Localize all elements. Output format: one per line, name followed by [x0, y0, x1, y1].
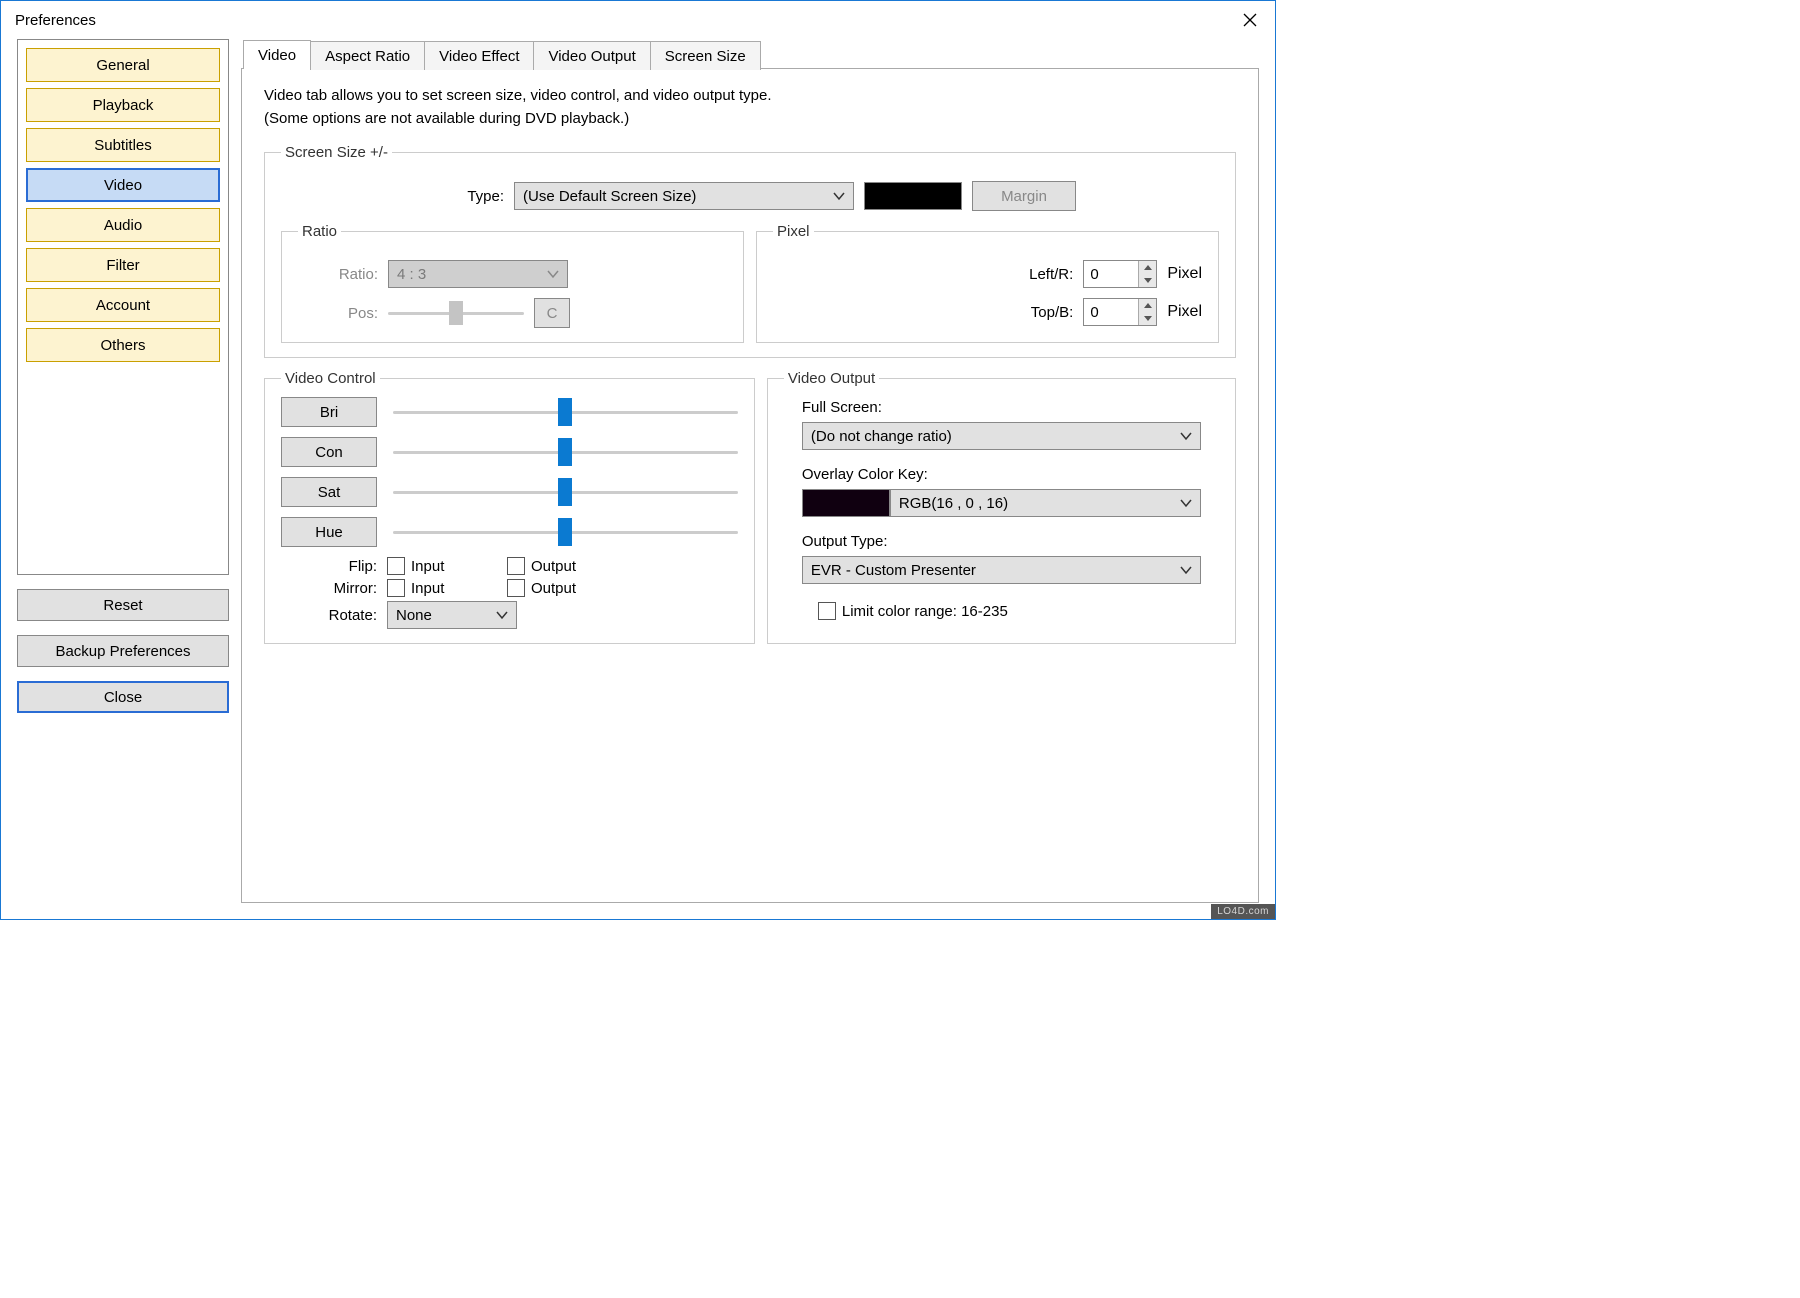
leftr-label: Left/R: [1003, 266, 1073, 283]
video-control-fieldset: Video Control Bri Con Sat Hue Flip: Inpu… [264, 370, 755, 644]
overlay-select[interactable]: RGB(16 , 0 , 16) [890, 489, 1201, 517]
type-select[interactable]: (Use Default Screen Size) [514, 182, 854, 210]
fullscreen-label: Full Screen: [802, 399, 1201, 416]
video-panel: Video tab allows you to set screen size,… [241, 68, 1259, 903]
topb-label: Top/B: [1003, 304, 1073, 321]
tab-video[interactable]: Video [243, 40, 311, 69]
mirror-input-checkbox[interactable]: Input [387, 579, 497, 597]
reset-button[interactable]: Reset [17, 589, 229, 621]
flip-label: Flip: [281, 558, 377, 575]
close-icon [1243, 13, 1257, 27]
limit-color-range-checkbox[interactable]: Limit color range: 16-235 [818, 602, 1008, 620]
window-titlebar: Preferences [1, 1, 1275, 39]
margin-button[interactable]: Margin [972, 181, 1076, 211]
spin-up-icon[interactable] [1139, 299, 1156, 312]
flip-output-checkbox[interactable]: Output [507, 557, 576, 575]
brightness-button[interactable]: Bri [281, 397, 377, 427]
saturation-button[interactable]: Sat [281, 477, 377, 507]
nav-item-filter[interactable]: Filter [26, 248, 220, 282]
mirror-label: Mirror: [281, 580, 377, 597]
brightness-slider[interactable] [393, 402, 738, 422]
fullscreen-select[interactable]: (Do not change ratio) [802, 422, 1201, 450]
screen-size-preview [864, 182, 962, 210]
nav-item-subtitles[interactable]: Subtitles [26, 128, 220, 162]
panel-description: Video tab allows you to set screen size,… [264, 85, 1236, 130]
topb-unit: Pixel [1167, 303, 1202, 321]
overlay-color-swatch[interactable] [802, 489, 890, 517]
chevron-down-icon [547, 269, 559, 279]
nav-item-video[interactable]: Video [26, 168, 220, 202]
pos-slider [388, 303, 524, 323]
overlay-value: RGB(16 , 0 , 16) [899, 495, 1008, 512]
output-type-select[interactable]: EVR - Custom Presenter [802, 556, 1201, 584]
desc-line1: Video tab allows you to set screen size,… [264, 85, 1236, 108]
tab-video-output[interactable]: Video Output [533, 41, 650, 70]
spin-up-icon[interactable] [1139, 261, 1156, 274]
window-title: Preferences [15, 12, 96, 29]
screen-size-legend: Screen Size +/- [281, 144, 392, 161]
leftr-spinner[interactable] [1083, 260, 1157, 288]
video-control-legend: Video Control [281, 370, 380, 387]
type-value: (Use Default Screen Size) [523, 188, 696, 205]
nav-item-playback[interactable]: Playback [26, 88, 220, 122]
video-output-legend: Video Output [784, 370, 879, 387]
nav-item-general[interactable]: General [26, 48, 220, 82]
ratio-value: 4 : 3 [397, 266, 426, 283]
desc-line2: (Some options are not available during D… [264, 108, 1236, 131]
hue-button[interactable]: Hue [281, 517, 377, 547]
overlay-label: Overlay Color Key: [802, 466, 1201, 483]
tab-video-effect[interactable]: Video Effect [424, 41, 534, 70]
footer-brand: LO4D.com [1211, 904, 1275, 919]
contrast-button[interactable]: Con [281, 437, 377, 467]
chevron-down-icon [833, 191, 845, 201]
ratio-select: 4 : 3 [388, 260, 568, 288]
spin-down-icon[interactable] [1139, 274, 1156, 287]
pos-center-button: C [534, 298, 570, 328]
pixel-legend: Pixel [773, 223, 814, 240]
chevron-down-icon [1180, 431, 1192, 441]
ratio-legend: Ratio [298, 223, 341, 240]
output-type-label: Output Type: [802, 533, 1201, 550]
tab-screen-size[interactable]: Screen Size [650, 41, 761, 70]
nav-item-others[interactable]: Others [26, 328, 220, 362]
topb-input[interactable] [1084, 299, 1138, 325]
backup-preferences-button[interactable]: Backup Preferences [17, 635, 229, 667]
nav-item-audio[interactable]: Audio [26, 208, 220, 242]
type-label: Type: [424, 188, 504, 205]
content-area: VideoAspect RatioVideo EffectVideo Outpu… [241, 39, 1259, 903]
output-type-value: EVR - Custom Presenter [811, 562, 976, 579]
chevron-down-icon [1180, 565, 1192, 575]
flip-input-checkbox[interactable]: Input [387, 557, 497, 575]
close-button[interactable]: Close [17, 681, 229, 713]
leftr-input[interactable] [1084, 261, 1138, 287]
topb-spinner[interactable] [1083, 298, 1157, 326]
window-close-button[interactable] [1225, 1, 1275, 39]
rotate-select[interactable]: None [387, 601, 517, 629]
tab-bar: VideoAspect RatioVideo EffectVideo Outpu… [243, 39, 1259, 68]
mirror-output-checkbox[interactable]: Output [507, 579, 576, 597]
pixel-fieldset: Pixel Left/R: Pixel [756, 223, 1219, 343]
leftr-unit: Pixel [1167, 265, 1202, 283]
video-output-fieldset: Video Output Full Screen: (Do not change… [767, 370, 1236, 644]
tab-aspect-ratio[interactable]: Aspect Ratio [310, 41, 425, 70]
spin-down-icon[interactable] [1139, 312, 1156, 325]
nav-item-account[interactable]: Account [26, 288, 220, 322]
rotate-label: Rotate: [281, 607, 377, 624]
rotate-value: None [396, 607, 432, 624]
contrast-slider[interactable] [393, 442, 738, 462]
pos-label: Pos: [298, 305, 378, 322]
hue-slider[interactable] [393, 522, 738, 542]
screen-size-fieldset: Screen Size +/- Type: (Use Default Scree… [264, 144, 1236, 358]
ratio-fieldset: Ratio Ratio: 4 : 3 Pos: [281, 223, 744, 343]
chevron-down-icon [496, 610, 508, 620]
chevron-down-icon [1180, 498, 1192, 508]
fullscreen-value: (Do not change ratio) [811, 428, 952, 445]
saturation-slider[interactable] [393, 482, 738, 502]
nav-list: General Playback Subtitles Video Audio Filter… [17, 39, 229, 575]
ratio-label: Ratio: [298, 266, 378, 283]
sidebar: General Playback Subtitles Video Audio Filter… [17, 39, 229, 903]
